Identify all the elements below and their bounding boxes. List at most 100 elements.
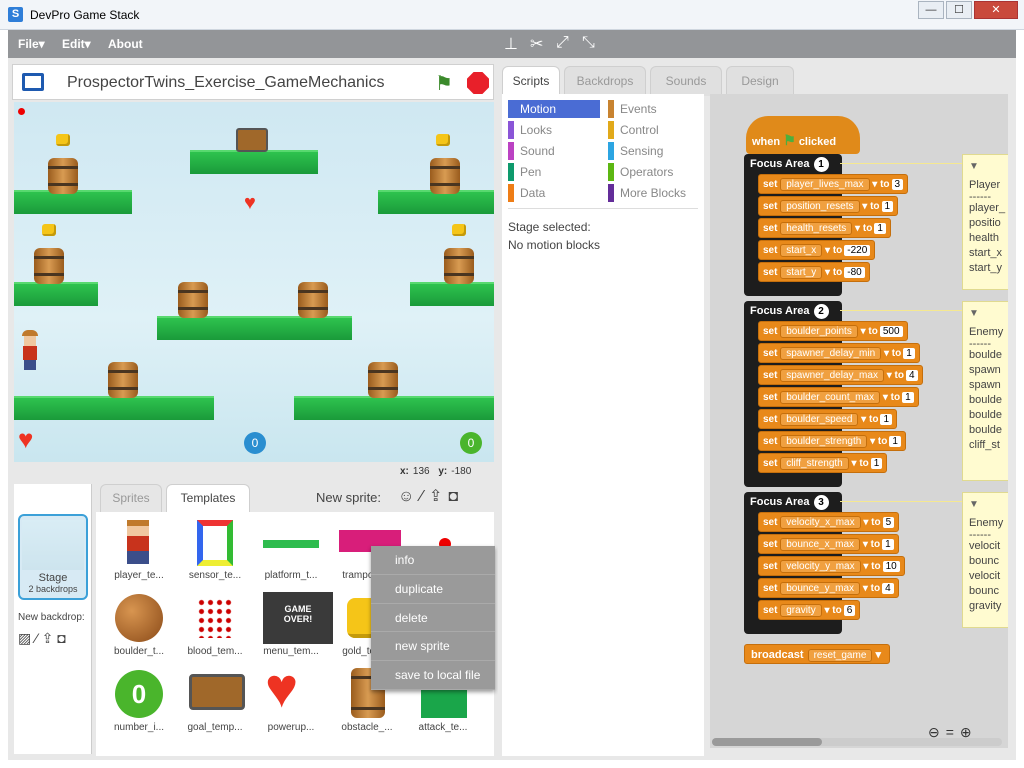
broadcast-message[interactable]: reset_game [807,649,873,662]
menu-item-duplicate[interactable]: duplicate [371,575,495,604]
set-variable-block[interactable]: set start_y ▾ to -80 [758,262,870,282]
variable-dropdown[interactable]: boulder_strength [780,435,868,448]
stop-icon[interactable] [467,72,489,94]
variable-dropdown[interactable]: spawner_delay_max [780,369,884,382]
presentation-mode-icon[interactable] [22,73,44,91]
set-variable-block[interactable]: set spawner_delay_max ▾ to 4 [758,365,923,385]
tab-backdrops[interactable]: Backdrops [564,66,646,96]
stage-thumbnail[interactable]: Stage 2 backdrops [18,514,88,600]
variable-dropdown[interactable]: boulder_count_max [780,391,881,404]
menu-edit[interactable]: Edit▾ [62,37,91,51]
backdrop-upload-icon[interactable]: ⇪ [42,630,58,646]
value-input[interactable]: 1 [903,348,915,359]
collapse-icon[interactable]: ▼ [969,497,1007,512]
variable-dropdown[interactable]: bounce_x_max [780,538,861,551]
variable-dropdown[interactable]: velocity_y_max [780,560,861,573]
value-input[interactable]: 4 [882,583,894,594]
set-variable-block[interactable]: set gravity ▾ to 6 [758,600,861,620]
variable-dropdown[interactable]: spawner_delay_min [780,347,882,360]
comment-note[interactable]: ▼ Enemy ------ velocit bounc velocit bounc grav… [962,492,1008,628]
menu-item-save-local[interactable]: save to local file [371,661,495,690]
set-variable-block[interactable]: set velocity_x_max ▾ to 5 [758,512,900,532]
value-input[interactable]: 4 [905,370,918,381]
value-input[interactable]: 5 [882,517,895,528]
menu-item-delete[interactable]: delete [371,604,495,633]
duplicate-stamp-icon[interactable]: ⊥ [504,34,518,54]
variable-dropdown[interactable]: position_resets [780,200,860,213]
close-button[interactable]: ✕ [974,1,1018,19]
set-variable-block[interactable]: set velocity_y_max ▾ to 10 [758,556,905,576]
collapse-icon[interactable]: ▼ [969,159,1007,174]
value-input[interactable]: 1 [880,414,892,425]
value-input[interactable]: 3 [891,179,904,190]
sprite-item[interactable]: boulder_t... [100,592,178,666]
value-input[interactable]: 1 [882,539,894,550]
set-variable-block[interactable]: set spawner_delay_min ▾ to 1 [758,343,920,363]
category-sensing[interactable]: Sensing [608,142,700,160]
backdrop-camera-icon[interactable]: ◘ [57,630,69,646]
category-pen[interactable]: Pen [508,163,600,181]
when-flag-clicked-block[interactable]: when ⚑ clicked [746,116,860,154]
category-motion[interactable]: Motion [508,100,600,118]
variable-dropdown[interactable]: gravity [780,604,822,617]
menu-item-info[interactable]: info [371,546,495,575]
horizontal-scrollbar[interactable] [712,738,1002,746]
sprite-item[interactable]: 0 number_i... [100,668,178,742]
variable-dropdown[interactable]: boulder_points [780,325,858,338]
set-variable-block[interactable]: set health_resets ▾ to 1 [758,218,891,238]
value-input[interactable]: 1 [881,201,894,212]
category-looks[interactable]: Looks [508,121,600,139]
variable-dropdown[interactable]: start_x [780,244,823,257]
value-input[interactable]: 1 [902,392,914,403]
variable-dropdown[interactable]: bounce_y_max [780,582,861,595]
tab-design[interactable]: Design [726,66,794,96]
project-name[interactable]: ProspectorTwins_Exercise_GameMechanics [67,74,384,92]
sprite-item[interactable]: GAME OVER! menu_tem... [252,592,333,666]
shrink-icon[interactable]: ⤡ [582,34,595,52]
category-events[interactable]: Events [608,100,700,118]
set-variable-block[interactable]: set bounce_y_max ▾ to 4 [758,578,899,598]
grow-icon[interactable]: ⤢ [556,34,569,52]
set-variable-block[interactable]: set player_lives_max ▾ to 3 [758,174,909,194]
set-variable-block[interactable]: set bounce_x_max ▾ to 1 [758,534,899,554]
menu-file[interactable]: File▾ [18,37,45,51]
menu-about[interactable]: About [108,37,143,51]
variable-dropdown[interactable]: cliff_strength [780,457,849,470]
comment-note[interactable]: ▼ Player ------ player_ positio health start_x… [962,154,1008,290]
value-input[interactable]: 500 [879,326,903,337]
sprite-upload-icon[interactable]: ⇪ [429,488,448,505]
value-input[interactable]: 1 [889,436,901,447]
set-variable-block[interactable]: set boulder_speed ▾ to 1 [758,409,897,429]
value-input[interactable]: 6 [843,605,856,616]
script-area[interactable]: when ⚑ clicked Focus Area 1 set player_liv… [710,94,1008,748]
variable-dropdown[interactable]: health_resets [780,222,853,235]
tab-sounds[interactable]: Sounds [650,66,722,96]
focus-area-block[interactable]: Focus Area 1 set player_lives_max ▾ to 3 set… [744,154,909,296]
stage-canvas[interactable]: ♥ ♥ 0 0 [14,102,494,462]
set-variable-block[interactable]: set cliff_strength ▾ to 1 [758,453,888,473]
category-sound[interactable]: Sound [508,142,600,160]
sprite-item[interactable]: blood_tem... [176,592,254,666]
variable-dropdown[interactable]: player_lives_max [780,178,870,191]
value-input[interactable]: -220 [844,245,871,256]
sprite-item[interactable]: goal_temp... [176,668,254,742]
value-input[interactable]: 1 [870,458,883,469]
broadcast-block[interactable]: broadcast reset_game ▾ [744,644,890,664]
category-operators[interactable]: Operators [608,163,700,181]
sprite-item[interactable]: platform_t... [252,516,330,590]
green-flag-icon[interactable]: ⚑ [435,71,453,96]
value-input[interactable]: 10 [882,561,900,572]
variable-dropdown[interactable]: start_y [780,266,823,279]
sprite-item[interactable]: ♥ powerup... [252,660,330,742]
set-variable-block[interactable]: set start_x ▾ to -220 [758,240,876,260]
sprite-camera-icon[interactable]: ◘ [448,488,464,505]
category-more-blocks[interactable]: More Blocks [608,184,700,202]
cut-scissors-icon[interactable]: ✂ [530,34,543,54]
set-variable-block[interactable]: set position_resets ▾ to 1 [758,196,899,216]
sprite-item[interactable]: player_te... [100,516,178,590]
backdrop-library-icon[interactable]: ▨ [18,630,35,646]
variable-dropdown[interactable]: boulder_speed [780,413,859,426]
category-data[interactable]: Data [508,184,600,202]
menu-item-new-sprite[interactable]: new sprite [371,632,495,662]
set-variable-block[interactable]: set boulder_count_max ▾ to 1 [758,387,919,407]
